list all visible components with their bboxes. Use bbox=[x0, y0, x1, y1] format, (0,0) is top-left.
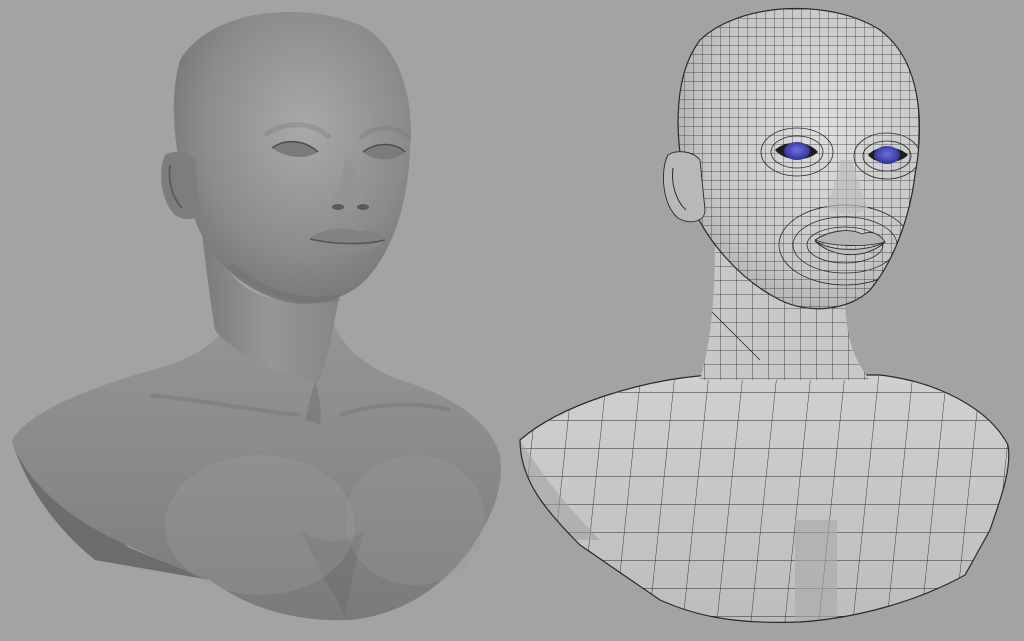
right-eye-icon bbox=[874, 146, 900, 164]
sculpt-bust[interactable] bbox=[12, 11, 501, 621]
3d-viewport[interactable] bbox=[0, 0, 1024, 641]
left-eye-icon bbox=[784, 142, 810, 160]
wireframe-bust[interactable] bbox=[500, 0, 1020, 630]
scene-canvas bbox=[12, 0, 1020, 630]
